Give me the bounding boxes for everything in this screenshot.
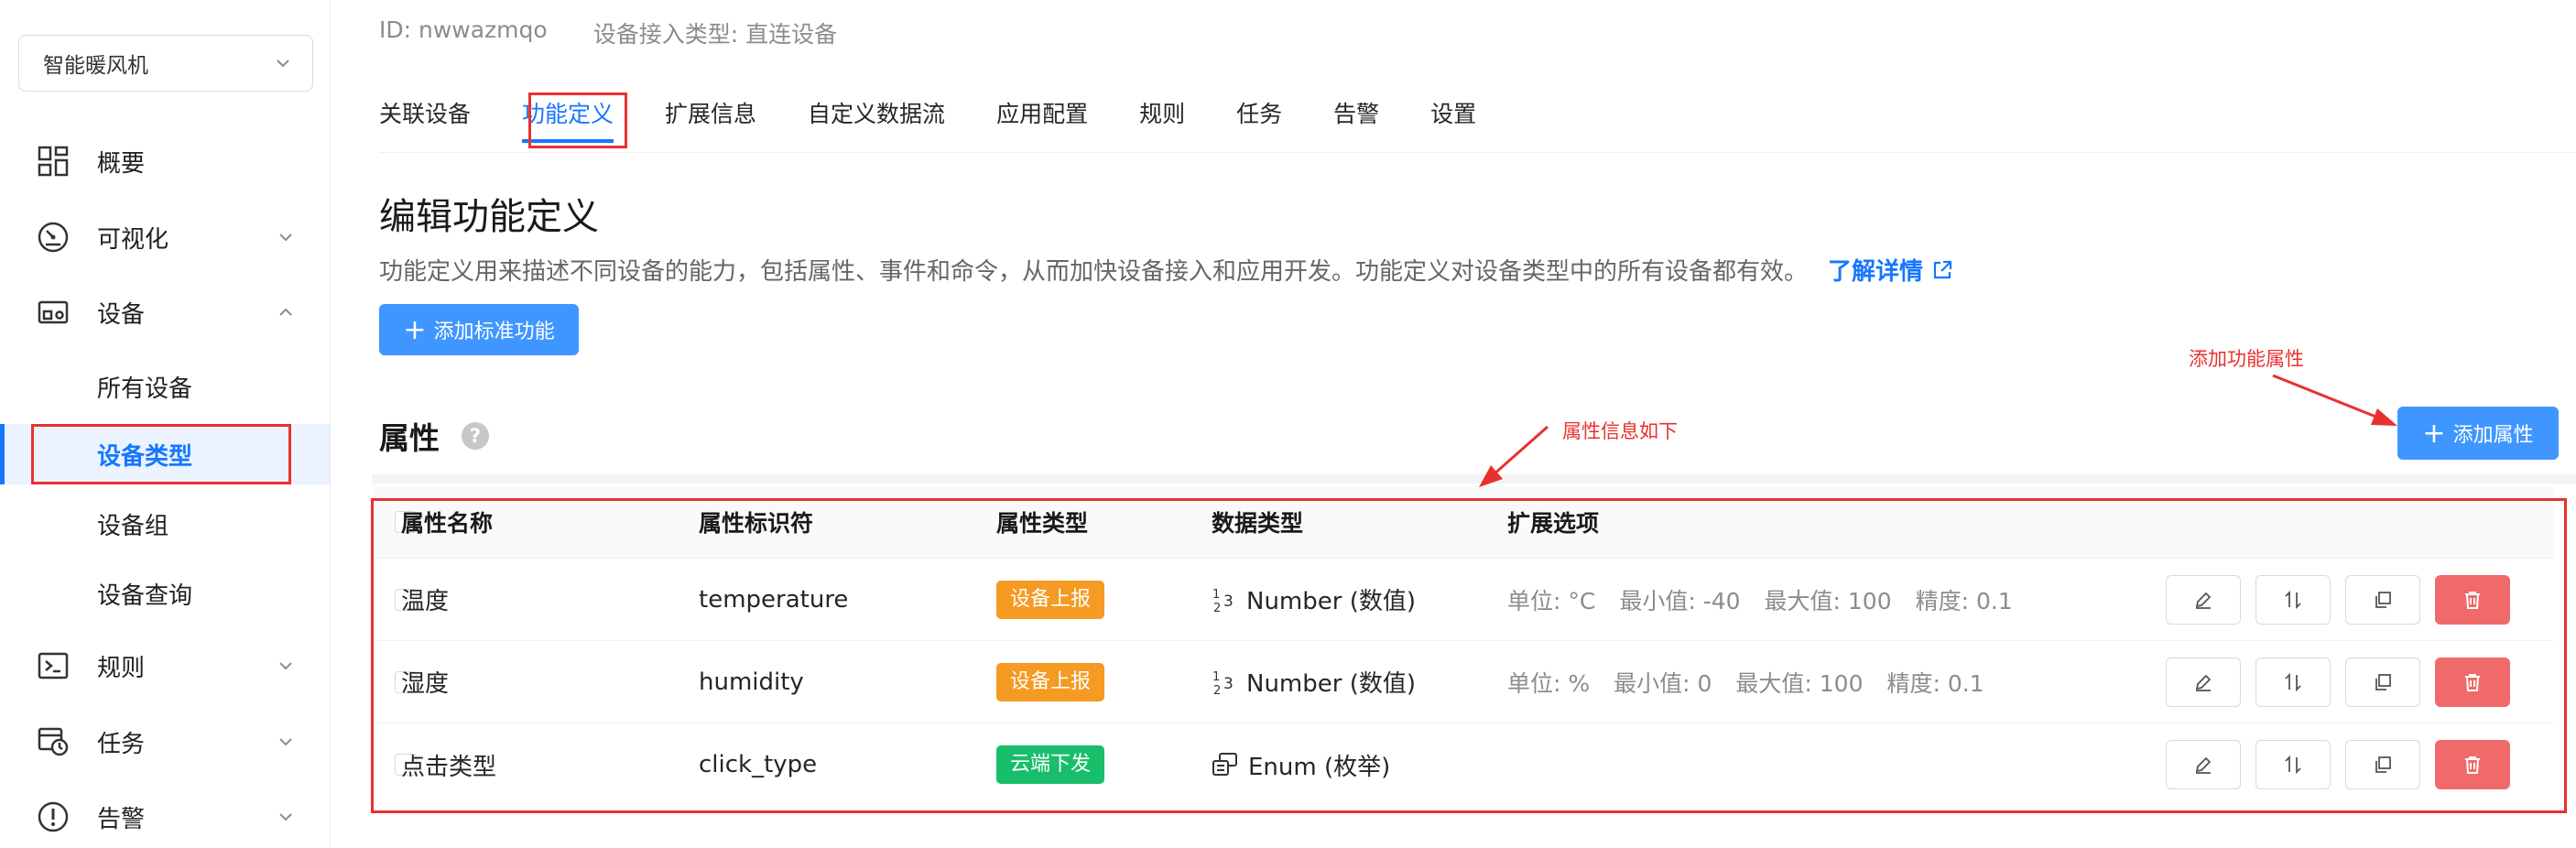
- annotation-arrows: [1479, 374, 2397, 487]
